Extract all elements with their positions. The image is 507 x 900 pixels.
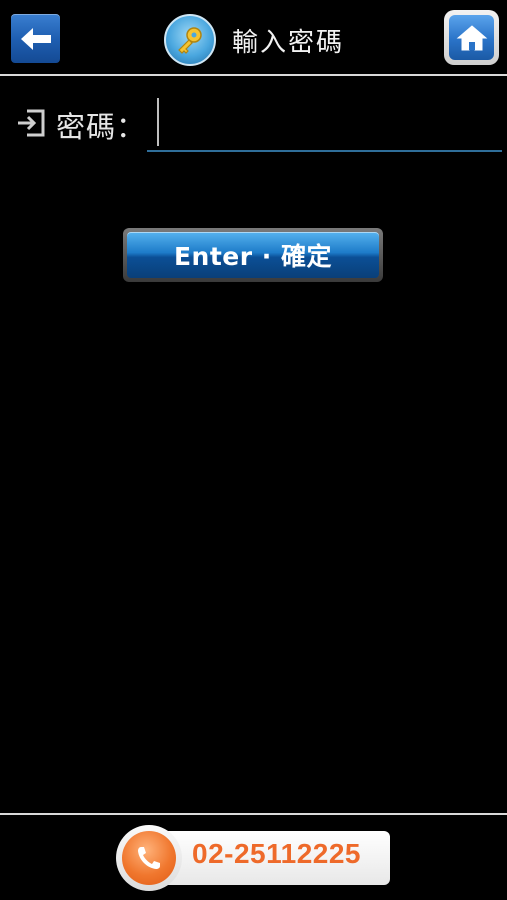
arrow-left-icon — [20, 27, 51, 50]
text-cursor — [157, 98, 159, 146]
page-title: 輸入密碼 — [232, 27, 345, 58]
phone-icon[interactable] — [116, 825, 182, 891]
password-input[interactable] — [147, 96, 502, 152]
home-icon — [456, 24, 487, 50]
enter-button-label: Enter · 確定 — [173, 242, 332, 271]
key-icon — [164, 14, 216, 66]
enter-button[interactable]: Enter · 確定 — [123, 228, 383, 282]
back-button[interactable] — [11, 14, 60, 63]
app-header: 輸入密碼 — [0, 0, 507, 76]
phone-number[interactable]: 02-25112225 — [192, 838, 361, 870]
title-group: 輸入密碼 — [164, 14, 344, 66]
header-divider — [0, 74, 507, 76]
home-button[interactable] — [444, 10, 499, 65]
footer-divider — [0, 813, 507, 815]
password-label: 密碼： — [56, 110, 147, 144]
sign-in-icon — [18, 109, 45, 137]
